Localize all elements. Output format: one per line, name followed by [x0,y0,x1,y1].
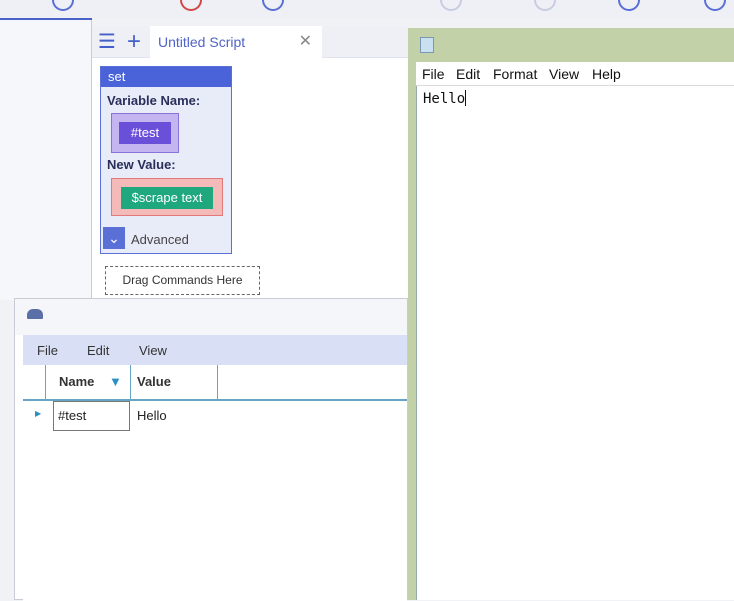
drop-zone[interactable]: Drag Commands Here [105,266,260,295]
notepad-titlebar [408,28,734,62]
menu-view[interactable]: View [549,66,579,82]
close-icon[interactable]: ✕ [299,31,312,51]
column-divider [217,365,218,399]
toolbar-button-icon[interactable] [52,0,74,11]
toolbar-button-icon[interactable] [440,0,462,11]
variables-titlebar [15,299,407,335]
toolbar-button-icon[interactable] [534,0,556,11]
menu-format[interactable]: Format [493,66,537,82]
value-slot[interactable]: $scrape text [111,178,223,216]
variables-window: File Edit View Name ▼ Value ▶ #test Hell… [14,298,408,601]
variables-menubar: File Edit View [23,335,407,365]
top-toolbar [0,0,734,18]
chevron-down-icon[interactable]: ⌄ [103,227,125,249]
column-divider [45,365,46,399]
menu-file[interactable]: File [37,343,58,358]
menu-view[interactable]: View [139,343,167,358]
toolbar-button-icon[interactable] [262,0,284,11]
new-value-label: New Value: [107,157,176,172]
document-text: Hello [423,90,467,107]
advanced-label[interactable]: Advanced [131,232,189,247]
filter-icon[interactable]: ▼ [109,374,122,389]
variable-chip[interactable]: #test [119,122,171,144]
variable-slot[interactable]: #test [111,113,179,153]
command-name: set [101,67,231,87]
menu-edit[interactable]: Edit [87,343,109,358]
menu-help[interactable]: Help [592,66,621,82]
tab-bar: ☰ + Untitled Script ✕ [92,26,408,58]
document-content: Hello [423,91,466,107]
notepad-menubar: File Edit Format View Help [416,62,734,86]
command-sidebar [0,18,92,300]
menu-file[interactable]: File [422,66,445,82]
menu-edit[interactable]: Edit [456,66,480,82]
column-name-label: Name [59,374,95,389]
cell-value[interactable]: Hello [137,408,167,423]
stop-icon[interactable] [180,0,202,11]
menu-icon[interactable]: ☰ [96,26,118,58]
text-caret [465,90,467,106]
notepad-window: File Edit Format View Help Hello [408,28,734,600]
column-value-label: Value [137,374,171,389]
tab-title: Untitled Script [158,34,246,50]
toolbar-button-icon[interactable] [704,0,726,11]
row-indicator-icon: ▶ [35,409,42,418]
script-editor: ☰ + Untitled Script ✕ set Variable Name:… [92,26,408,300]
tab-untitled-script[interactable]: Untitled Script ✕ [150,26,322,58]
text-editor-area[interactable]: Hello [416,86,734,600]
add-script-icon[interactable]: + [122,26,146,58]
sidebar-accent-line [0,18,92,20]
variable-name-label: Variable Name: [107,93,201,108]
notepad-icon [420,37,434,53]
grid-header: Name ▼ Value [23,365,407,401]
variables-grid: Name ▼ Value ▶ #test Hello [23,365,407,601]
value-chip[interactable]: $scrape text [121,187,213,209]
set-command-block[interactable]: set Variable Name: #test New Value: $scr… [100,66,232,254]
app-icon [27,309,43,319]
toolbar-button-icon[interactable] [618,0,640,11]
cell-name[interactable]: #test [53,401,130,431]
column-header-value[interactable]: Value [131,365,217,399]
